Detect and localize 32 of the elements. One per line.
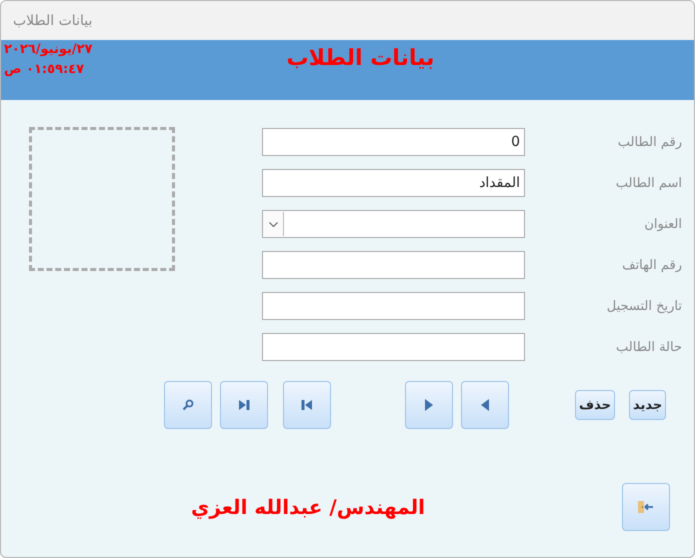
input-field[interactable] bbox=[262, 333, 525, 361]
next-record-button[interactable] bbox=[405, 381, 453, 429]
input-field[interactable]: المقداد bbox=[262, 169, 525, 197]
previous-record-icon bbox=[481, 399, 489, 411]
window-title: بيانات الطلاب bbox=[13, 12, 92, 28]
input-field[interactable] bbox=[262, 251, 525, 279]
field-label: حالة الطالب bbox=[615, 340, 682, 354]
search-icon bbox=[182, 399, 194, 411]
date-text: ٢٧/يونيو/٢٠٢٦ bbox=[4, 42, 92, 57]
previous-record-button[interactable] bbox=[461, 381, 509, 429]
field-label: تاريخ التسجيل bbox=[606, 298, 682, 314]
field-label: رقم الهاتف bbox=[621, 258, 682, 272]
field-label: العنوان bbox=[643, 216, 682, 232]
credit-text: المهندس/ عبدالله العزي bbox=[191, 495, 426, 519]
exit-door-icon bbox=[638, 500, 654, 514]
field-label: رقم الطالب bbox=[616, 134, 682, 150]
field-label: اسم الطالب bbox=[614, 176, 682, 190]
search-button[interactable] bbox=[164, 381, 212, 429]
exit-button[interactable] bbox=[622, 483, 670, 531]
address-dropdown[interactable] bbox=[262, 210, 525, 238]
first-record-icon bbox=[301, 399, 313, 411]
input-field[interactable] bbox=[262, 292, 525, 320]
input-field[interactable]: 0 bbox=[262, 128, 525, 156]
next-record-icon bbox=[425, 399, 433, 411]
dropdown-caret-icon bbox=[268, 222, 278, 226]
action-button[interactable]: حذف bbox=[575, 390, 615, 420]
last-record-icon bbox=[238, 399, 250, 411]
last-record-button[interactable] bbox=[220, 381, 268, 429]
first-record-button[interactable] bbox=[283, 381, 331, 429]
action-button[interactable]: جديد bbox=[628, 390, 666, 420]
header-title: بيانات الطلاب bbox=[286, 46, 434, 73]
time-text: ٠١:٥٩:٤٧ ص bbox=[4, 62, 86, 77]
